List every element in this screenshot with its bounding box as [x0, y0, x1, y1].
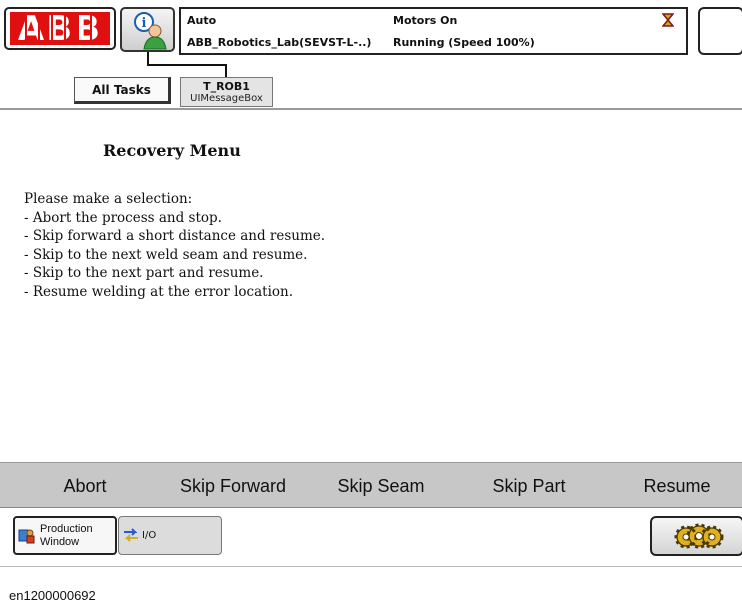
info-user-icon: i [134, 12, 167, 50]
image-caption: en1200000692 [9, 588, 96, 603]
gears-icon [674, 523, 724, 549]
skip-seam-button[interactable]: Skip Seam [322, 463, 440, 509]
quickset-button[interactable] [650, 516, 742, 556]
taskbar-bottom-border [0, 566, 742, 567]
io-button[interactable]: I/O [118, 516, 222, 555]
skip-part-button[interactable]: Skip Part [475, 463, 583, 509]
close-button-area[interactable] [698, 7, 742, 55]
motors-state: Motors On [393, 14, 458, 27]
run-state: Running (Speed 100%) [393, 36, 535, 49]
abb-logo-background: ABB [10, 8, 110, 49]
tab-all-tasks[interactable]: All Tasks [74, 77, 171, 104]
message-line: - Skip to the next weld seam and resume. [24, 246, 308, 263]
svg-text:i: i [142, 16, 147, 31]
message-line: - Abort the process and stop. [24, 209, 222, 226]
abb-logo-text: ABB [17, 8, 103, 49]
message-title: Recovery Menu [103, 141, 241, 160]
operating-mode: Auto [187, 14, 217, 27]
abb-logo-button[interactable]: ABB [4, 7, 116, 50]
io-icon [124, 528, 138, 542]
message-line: Please make a selection: [24, 191, 193, 207]
hourglass-icon [662, 13, 674, 27]
message-body: Please make a selection: - Abort the pro… [24, 190, 325, 301]
status-panel[interactable]: Auto ABB_Robotics_Lab(SEVST-L-..) Motors… [179, 7, 688, 55]
production-window-label-2: Window [40, 536, 80, 548]
skip-forward-button[interactable]: Skip Forward [164, 463, 302, 509]
message-line: - Skip to the next part and resume. [24, 265, 264, 281]
tab-task-sub: UIMessageBox [190, 93, 263, 104]
task-connector-line [147, 52, 227, 66]
io-label: I/O [142, 530, 157, 541]
tab-divider [0, 108, 742, 110]
message-line: - Resume welding at the error location. [24, 283, 294, 300]
production-window-button[interactable]: Production Window [13, 516, 117, 555]
status-info-button[interactable]: i [120, 7, 175, 52]
message-line: - Skip forward a short distance and resu… [24, 228, 326, 244]
system-name: ABB_Robotics_Lab(SEVST-L-..) [187, 36, 372, 49]
production-window-icon [18, 529, 35, 544]
tab-task-name: T_ROB1 [203, 80, 250, 93]
resume-button[interactable]: Resume [625, 463, 729, 509]
abort-button[interactable]: Abort [41, 463, 129, 509]
tab-t-rob1[interactable]: T_ROB1 UIMessageBox [180, 77, 273, 107]
button-bar: Abort Skip Forward Skip Seam Skip Part R… [0, 462, 742, 508]
production-window-label-1: Production [40, 523, 93, 535]
